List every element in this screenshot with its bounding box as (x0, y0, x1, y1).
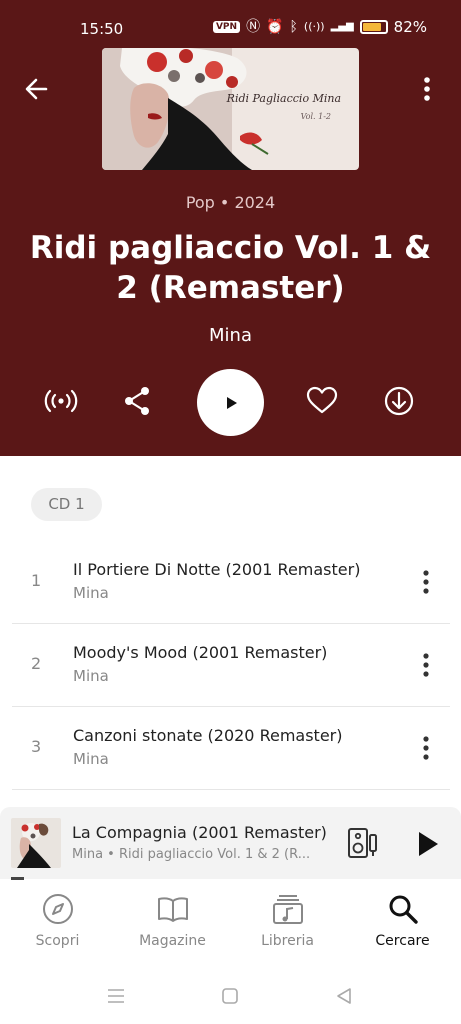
track-more-button[interactable] (414, 565, 438, 599)
more-options-button[interactable] (413, 72, 441, 106)
nav-item-magazine[interactable]: Magazine (115, 892, 230, 956)
now-playing-subtitle: Mina • Ridi pagliaccio Vol. 1 & 2 (R... (72, 847, 311, 862)
track-title: Moody's Mood (2001 Remaster) (73, 643, 328, 662)
track-artist: Mina (73, 584, 109, 602)
wifi-icon: ((·)) (303, 20, 325, 33)
track-title: Canzoni stonate (2020 Remaster) (73, 726, 343, 745)
track-row[interactable]: 2 Moody's Mood (2001 Remaster) Mina (12, 624, 450, 707)
cover-subtitle-text: Vol. 1-2 (300, 112, 331, 121)
book-open-icon (157, 897, 188, 922)
track-artist: Mina (73, 750, 109, 768)
now-playing-title: La Compagnia (2001 Remaster) (72, 823, 327, 842)
now-playing-cover (11, 818, 61, 868)
play-icon (226, 396, 237, 409)
more-vertical-icon (423, 736, 429, 760)
nav-item-cercare[interactable]: Cercare (345, 892, 460, 956)
bluetooth-icon: ᛒ (289, 19, 298, 35)
battery-fill (362, 23, 381, 31)
broadcast-icon (44, 389, 78, 413)
heart-icon (306, 386, 338, 414)
play-icon (419, 832, 438, 856)
playback-progress (11, 877, 24, 880)
share-icon (125, 387, 149, 415)
vpn-icon: VPN (212, 21, 241, 33)
track-artist: Mina (73, 667, 109, 685)
bottom-navigation: Scopri Magazine Libreria Cercare (0, 882, 461, 962)
nav-label: Libreria (261, 933, 314, 949)
disc-chip[interactable]: CD 1 (31, 488, 102, 521)
speaker-device-icon (348, 828, 377, 858)
album-title: Ridi pagliaccio Vol. 1 & 2 (Remaster) (29, 230, 432, 306)
album-cover: Ridi Pagliaccio Mina Vol. 1-2 (102, 48, 359, 170)
track-more-button[interactable] (414, 648, 438, 682)
alarm-icon: ⏰ (266, 19, 284, 35)
radio-button[interactable] (43, 383, 79, 419)
menu-lines-icon[interactable] (104, 984, 128, 1008)
now-playing-cover-art (11, 818, 61, 868)
battery-icon (359, 20, 388, 34)
mini-play-button[interactable] (410, 827, 444, 861)
cover-title-text: Ridi Pagliaccio Mina (226, 92, 341, 105)
nav-item-scopri[interactable]: Scopri (0, 892, 115, 956)
download-icon (384, 386, 414, 416)
album-cover-art (102, 48, 359, 170)
back-button[interactable] (20, 72, 54, 106)
track-row[interactable]: 1 Il Portiere Di Notte (2001 Remaster) M… (12, 541, 450, 624)
download-button[interactable] (381, 383, 417, 419)
track-number: 3 (31, 737, 42, 756)
track-title: Il Portiere Di Notte (2001 Remaster) (73, 560, 361, 579)
track-row[interactable]: 3 Canzoni stonate (2020 Remaster) Mina (12, 707, 450, 790)
status-time: 15:50 (80, 20, 124, 38)
triangle-back-icon[interactable] (332, 984, 356, 1008)
more-vertical-icon (423, 653, 429, 677)
play-album-button[interactable] (197, 369, 264, 436)
track-number: 2 (31, 654, 42, 673)
status-icons: VPN Ⓝ ⏰ ᛒ ((·)) ▂▄▆ 82% (212, 18, 427, 36)
album-artist[interactable]: Mina (0, 325, 461, 346)
signal-icon: ▂▄▆ (330, 21, 354, 32)
system-navigation-bar (0, 968, 461, 1024)
arrow-left-icon (25, 78, 48, 100)
genre-year: Pop • 2024 (185, 193, 276, 212)
library-music-icon (272, 895, 303, 924)
track-more-button[interactable] (414, 731, 438, 765)
nfc-icon: Ⓝ (246, 19, 261, 35)
device-button[interactable] (345, 825, 381, 861)
battery-percent: 82% (393, 18, 427, 36)
nav-label: Cercare (375, 933, 430, 949)
nav-label: Scopri (35, 933, 80, 949)
compass-icon (42, 894, 73, 924)
more-vertical-icon (423, 570, 429, 594)
nav-label: Magazine (139, 933, 206, 949)
track-number: 1 (31, 571, 42, 590)
album-header: 15:50 VPN Ⓝ ⏰ ᛒ ((·)) ▂▄▆ 82% Ridi Pagli… (0, 0, 461, 456)
nav-item-libreria[interactable]: Libreria (230, 892, 345, 956)
favorite-button[interactable] (304, 383, 340, 419)
search-icon (389, 895, 418, 924)
more-vertical-icon (424, 77, 430, 101)
share-button[interactable] (120, 383, 156, 419)
mini-player[interactable]: La Compagnia (2001 Remaster) Mina • Ridi… (0, 807, 461, 879)
square-home-icon[interactable] (218, 984, 242, 1008)
